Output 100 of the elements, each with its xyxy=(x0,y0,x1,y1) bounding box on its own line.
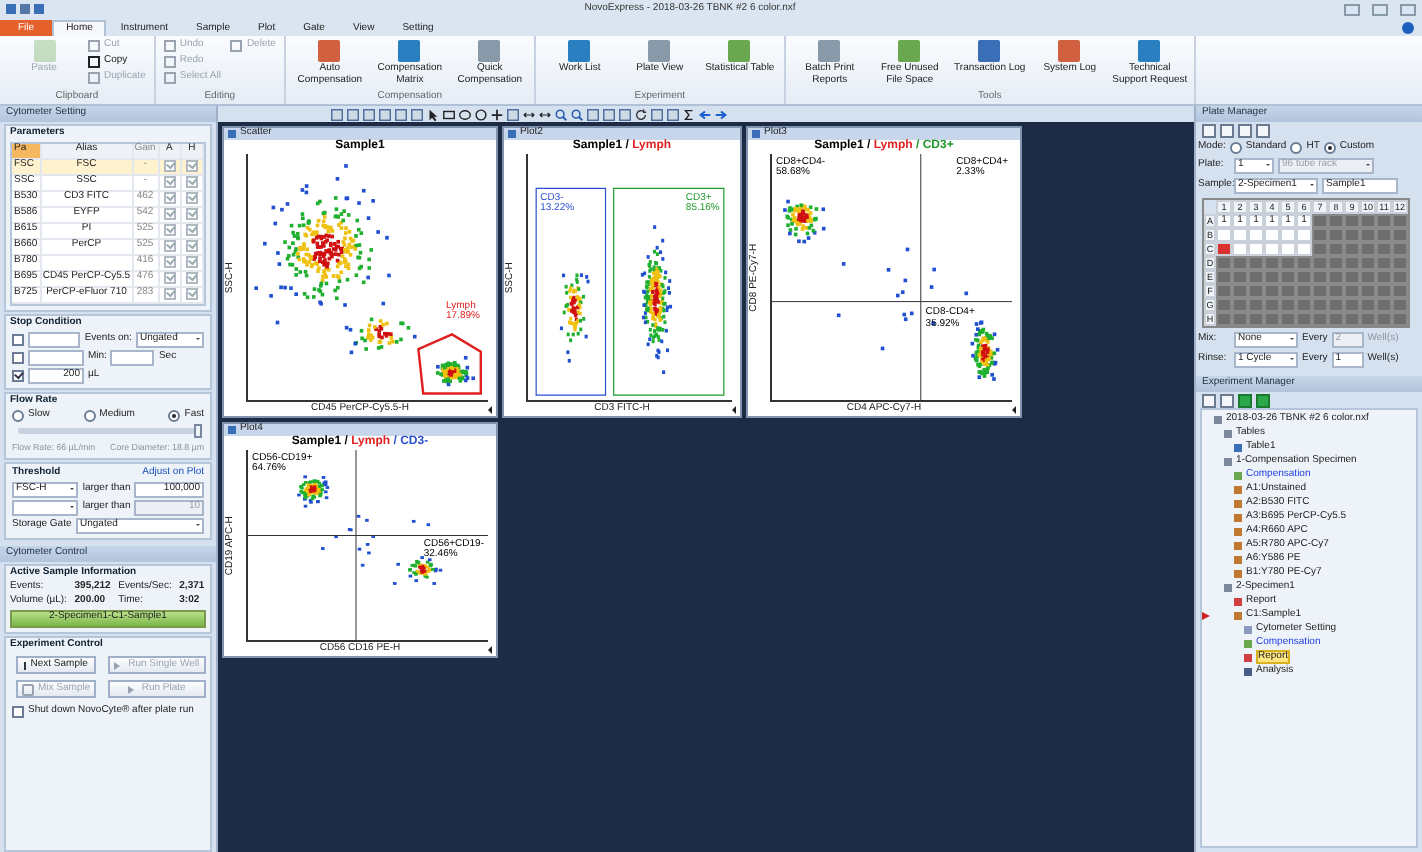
well-cell[interactable] xyxy=(1328,256,1344,270)
well-cell[interactable] xyxy=(1376,270,1392,284)
well-cell[interactable] xyxy=(1360,270,1376,284)
well-cell[interactable] xyxy=(1328,214,1344,228)
well-cell[interactable] xyxy=(1296,298,1312,312)
well-cell[interactable] xyxy=(1264,228,1280,242)
well-cell[interactable] xyxy=(1344,298,1360,312)
slider-thumb[interactable] xyxy=(194,424,202,439)
well-cell[interactable] xyxy=(1280,256,1296,270)
square-icon[interactable] xyxy=(362,107,376,121)
checkbox[interactable] xyxy=(185,208,198,221)
well-cell[interactable] xyxy=(1392,228,1408,242)
checkbox[interactable] xyxy=(163,256,176,269)
well-cell[interactable] xyxy=(1264,298,1280,312)
checkbox[interactable] xyxy=(185,240,198,253)
checkbox[interactable] xyxy=(185,224,198,237)
well-cell[interactable] xyxy=(1376,214,1392,228)
well-cell[interactable] xyxy=(1392,214,1408,228)
well-cell[interactable] xyxy=(1360,228,1376,242)
well-cell[interactable] xyxy=(1376,256,1392,270)
well-cell[interactable] xyxy=(1392,256,1408,270)
square-icon[interactable] xyxy=(666,107,680,121)
well-cell[interactable] xyxy=(1232,298,1248,312)
well-cell[interactable] xyxy=(1376,284,1392,298)
well-cell[interactable] xyxy=(1328,228,1344,242)
well-cell[interactable] xyxy=(1312,298,1328,312)
well-cell[interactable] xyxy=(1344,312,1360,326)
well-cell[interactable] xyxy=(1280,284,1296,298)
well-cell[interactable] xyxy=(1232,256,1248,270)
square-icon[interactable] xyxy=(650,107,664,121)
well-cell[interactable] xyxy=(1344,256,1360,270)
well-cell[interactable] xyxy=(1216,298,1232,312)
well-cell[interactable] xyxy=(1344,228,1360,242)
well-cell[interactable] xyxy=(1296,312,1312,326)
scroll-left-icon[interactable] xyxy=(728,406,736,414)
well-cell[interactable] xyxy=(1344,284,1360,298)
well-cell[interactable] xyxy=(1344,270,1360,284)
arrows-icon[interactable] xyxy=(538,107,552,121)
scroll-left-icon[interactable] xyxy=(484,646,492,654)
zoom-icon[interactable] xyxy=(570,107,584,121)
well-cell[interactable] xyxy=(1296,270,1312,284)
rect-icon[interactable] xyxy=(442,107,456,121)
cross-icon[interactable] xyxy=(490,107,504,121)
well-cell[interactable] xyxy=(1248,312,1264,326)
right-icon[interactable] xyxy=(714,107,728,121)
ellipse-icon[interactable] xyxy=(458,107,472,121)
well-cell[interactable] xyxy=(1328,242,1344,256)
well-cell[interactable] xyxy=(1280,298,1296,312)
checkbox[interactable] xyxy=(163,192,176,205)
scroll-left-icon[interactable] xyxy=(1008,406,1016,414)
well-cell[interactable] xyxy=(1216,312,1232,326)
well-cell[interactable] xyxy=(1296,228,1312,242)
pointer-icon[interactable] xyxy=(426,107,440,121)
well-cell[interactable] xyxy=(1264,284,1280,298)
gate-rectangle[interactable] xyxy=(535,187,607,396)
well-cell[interactable] xyxy=(1248,228,1264,242)
well-cell[interactable] xyxy=(1216,228,1232,242)
well-cell[interactable] xyxy=(1312,284,1328,298)
well-cell[interactable] xyxy=(1360,312,1376,326)
square-icon[interactable] xyxy=(378,107,392,121)
well-cell[interactable] xyxy=(1264,312,1280,326)
well-cell[interactable] xyxy=(1216,242,1232,256)
square-icon[interactable] xyxy=(346,107,360,121)
left-icon[interactable] xyxy=(698,107,712,121)
well-cell[interactable] xyxy=(1328,298,1344,312)
sigma-icon[interactable] xyxy=(682,107,696,121)
checkbox[interactable] xyxy=(12,705,24,718)
well-cell[interactable] xyxy=(1376,298,1392,312)
checkbox[interactable] xyxy=(185,272,198,285)
square-icon[interactable] xyxy=(410,107,424,121)
well-cell[interactable] xyxy=(1296,256,1312,270)
well-cell[interactable] xyxy=(1376,312,1392,326)
checkbox[interactable] xyxy=(163,272,176,285)
gate-rectangle[interactable] xyxy=(613,187,725,396)
checkbox[interactable] xyxy=(185,192,198,205)
well-cell[interactable] xyxy=(1264,242,1280,256)
well-cell[interactable] xyxy=(1248,270,1264,284)
checkbox[interactable] xyxy=(163,176,176,189)
well-cell[interactable] xyxy=(1216,256,1232,270)
well-cell[interactable] xyxy=(1296,242,1312,256)
square-icon[interactable] xyxy=(586,107,600,121)
square-icon[interactable] xyxy=(602,107,616,121)
well-cell[interactable] xyxy=(1392,298,1408,312)
well-cell[interactable] xyxy=(1216,270,1232,284)
well-cell[interactable] xyxy=(1392,242,1408,256)
well-cell[interactable] xyxy=(1376,242,1392,256)
well-cell[interactable] xyxy=(1312,242,1328,256)
arrows-icon[interactable] xyxy=(522,107,536,121)
input-field[interactable] xyxy=(28,349,84,365)
square-icon[interactable] xyxy=(330,107,344,121)
well-cell[interactable] xyxy=(1392,270,1408,284)
well-cell[interactable] xyxy=(1328,270,1344,284)
refresh-icon[interactable] xyxy=(634,107,648,121)
checkbox[interactable] xyxy=(12,333,24,345)
well-cell[interactable] xyxy=(1248,284,1264,298)
gate-polygon[interactable] xyxy=(416,331,484,396)
input-field[interactable] xyxy=(28,331,81,347)
well-cell[interactable] xyxy=(1360,284,1376,298)
scroll-left-icon[interactable] xyxy=(484,406,492,414)
quadrant-lines[interactable] xyxy=(772,154,1012,400)
